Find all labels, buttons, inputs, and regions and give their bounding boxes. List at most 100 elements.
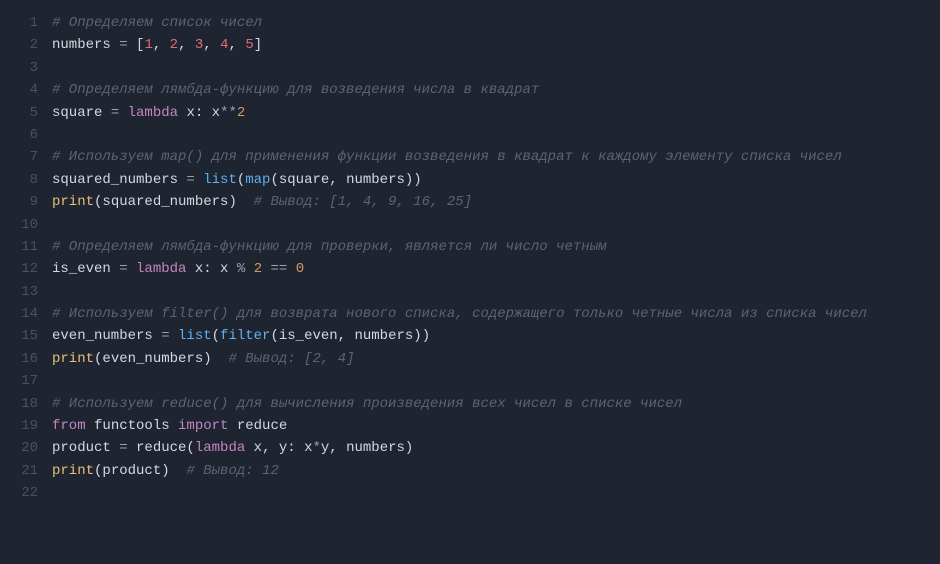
code-line: 19 from functools import reduce [0, 415, 940, 437]
keyword: lambda [136, 261, 186, 277]
code-line: 21 print(product) # Вывод: 12 [0, 460, 940, 482]
line-number: 6 [14, 124, 38, 146]
line-number: 14 [14, 303, 38, 325]
code-content [52, 370, 926, 392]
code-content: numbers = [1, 2, 3, 4, 5] [52, 34, 926, 56]
keyword: lambda [195, 440, 245, 456]
operator: == [271, 261, 288, 277]
identifier: (is_even, numbers)) [270, 328, 430, 344]
line-number: 19 [14, 415, 38, 437]
number: 1 [144, 37, 152, 53]
operator: ** [220, 105, 237, 121]
identifier: is_even [52, 261, 119, 277]
identifier: reduce( [128, 440, 195, 456]
punct: , [203, 37, 220, 53]
code-content: product = reduce(lambda x, y: x*y, numbe… [52, 437, 926, 459]
code-content: # Определяем лямбда-функцию для возведен… [52, 79, 926, 101]
comment: # Определяем лямбда-функцию для проверки… [52, 239, 607, 255]
punct: ] [254, 37, 262, 53]
code-content: from functools import reduce [52, 415, 926, 437]
number: 2 [170, 37, 178, 53]
operator: = [111, 105, 119, 121]
code-editor: 1 # Определяем список чисел 2 numbers = … [0, 0, 940, 564]
builtin: list [203, 172, 237, 188]
line-number: 5 [14, 102, 38, 124]
identifier: y, numbers) [321, 440, 413, 456]
space [119, 105, 127, 121]
comment: # Используем filter() для возврата новог… [52, 306, 867, 322]
line-number: 7 [14, 146, 38, 168]
builtin: list [178, 328, 212, 344]
operator: = [119, 37, 127, 53]
operator: = [119, 440, 127, 456]
code-content: # Используем map() для применения функци… [52, 146, 926, 168]
comment: # Определяем список чисел [52, 15, 262, 31]
line-number: 21 [14, 460, 38, 482]
comment: # Вывод: [2, 4] [212, 351, 355, 367]
identifier: even_numbers [52, 328, 161, 344]
code-content: # Определяем лямбда-функцию для проверки… [52, 236, 926, 258]
space [128, 261, 136, 277]
line-number: 3 [14, 57, 38, 79]
identifier: (square, numbers)) [270, 172, 421, 188]
identifier: (product) [94, 463, 170, 479]
identifier: squared_numbers [52, 172, 186, 188]
operator: = [161, 328, 169, 344]
line-number: 13 [14, 281, 38, 303]
code-content: print(product) # Вывод: 12 [52, 460, 926, 482]
identifier: x, y: x [245, 440, 312, 456]
comment: # Используем reduce() для вычисления про… [52, 396, 682, 412]
code-content: # Используем reduce() для вычисления про… [52, 393, 926, 415]
code-content: is_even = lambda x: x % 2 == 0 [52, 258, 926, 280]
number: 2 [254, 261, 262, 277]
function-call: print [52, 351, 94, 367]
punct: , [178, 37, 195, 53]
line-number: 17 [14, 370, 38, 392]
builtin: map [245, 172, 270, 188]
code-line: 13 [0, 281, 940, 303]
punct: ( [237, 172, 245, 188]
code-line: 9 print(squared_numbers) # Вывод: [1, 4,… [0, 191, 940, 213]
comment: # Вывод: [1, 4, 9, 16, 25] [237, 194, 472, 210]
operator: = [119, 261, 127, 277]
code-line: 7 # Используем map() для применения функ… [0, 146, 940, 168]
code-content: squared_numbers = list(map(square, numbe… [52, 169, 926, 191]
comment: # Используем map() для применения функци… [52, 149, 842, 165]
space [245, 261, 253, 277]
line-number: 22 [14, 482, 38, 504]
keyword: lambda [128, 105, 178, 121]
code-content [52, 214, 926, 236]
identifier: numbers [52, 37, 119, 53]
code-line: 16 print(even_numbers) # Вывод: [2, 4] [0, 348, 940, 370]
line-number: 9 [14, 191, 38, 213]
code-line: 11 # Определяем лямбда-функцию для прове… [0, 236, 940, 258]
code-content: # Используем filter() для возврата новог… [52, 303, 926, 325]
code-line: 22 [0, 482, 940, 504]
space [262, 261, 270, 277]
code-line: 17 [0, 370, 940, 392]
identifier: functools [86, 418, 178, 434]
code-content [52, 57, 926, 79]
code-content: print(squared_numbers) # Вывод: [1, 4, 9… [52, 191, 926, 213]
operator: * [312, 440, 320, 456]
code-line: 4 # Определяем лямбда-функцию для возвед… [0, 79, 940, 101]
space [195, 172, 203, 188]
line-number: 12 [14, 258, 38, 280]
code-line: 15 even_numbers = list(filter(is_even, n… [0, 325, 940, 347]
number: 4 [220, 37, 228, 53]
identifier: x: x [186, 261, 236, 277]
code-line: 6 [0, 124, 940, 146]
code-content: # Определяем список чисел [52, 12, 926, 34]
number: 2 [237, 105, 245, 121]
code-line: 10 [0, 214, 940, 236]
code-line: 8 squared_numbers = list(map(square, num… [0, 169, 940, 191]
code-content [52, 281, 926, 303]
keyword: from [52, 418, 86, 434]
line-number: 1 [14, 12, 38, 34]
space [287, 261, 295, 277]
code-line: 3 [0, 57, 940, 79]
builtin: filter [220, 328, 270, 344]
code-content: square = lambda x: x**2 [52, 102, 926, 124]
function-call: print [52, 194, 94, 210]
comment: # Вывод: 12 [170, 463, 279, 479]
